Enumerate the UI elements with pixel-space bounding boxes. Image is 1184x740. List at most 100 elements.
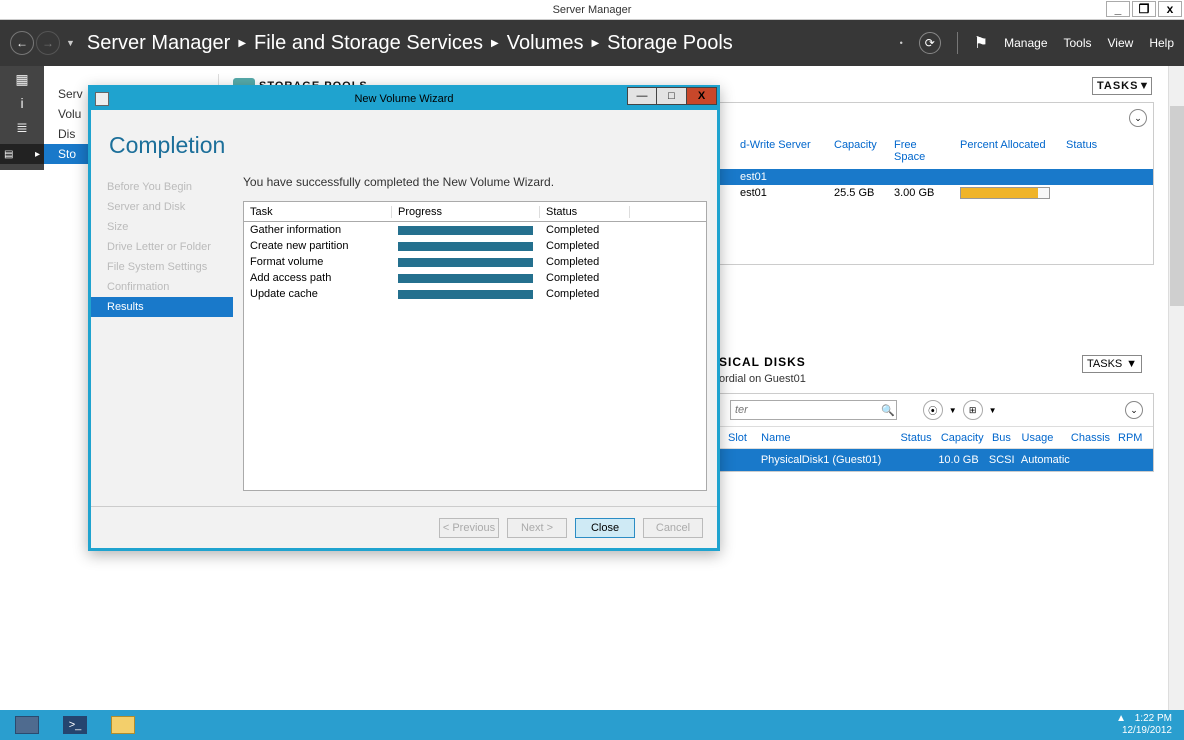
dialog-maximize-button[interactable]: □ xyxy=(657,87,687,105)
col-bus[interactable]: Bus xyxy=(992,432,1014,444)
col-free[interactable]: Free Space xyxy=(894,139,950,163)
col-rpm[interactable]: RPM xyxy=(1118,432,1145,444)
dialog-minimize-button[interactable]: — xyxy=(627,87,657,105)
col-usage[interactable]: Usage xyxy=(1022,432,1063,444)
tasks-dropdown[interactable]: TASKS▼ xyxy=(1092,77,1152,95)
taskbar-servermanager-button[interactable] xyxy=(6,713,48,737)
breadcrumb-item[interactable]: Storage Pools xyxy=(607,32,733,55)
nav-dot-icon[interactable]: • xyxy=(900,38,903,48)
filter-input[interactable] xyxy=(730,400,897,420)
col-chassis[interactable]: Chassis xyxy=(1071,432,1110,444)
menu-help[interactable]: Help xyxy=(1149,36,1174,50)
system-tray[interactable]: ▲ 1:22 PM 12/19/2012 xyxy=(1116,713,1178,737)
pool-row-server: est01 xyxy=(740,171,824,183)
col-slot[interactable]: Slot xyxy=(728,432,753,444)
col-status[interactable]: Status xyxy=(900,432,932,444)
maximize-button[interactable]: ❐ xyxy=(1132,1,1156,17)
task-status: Completed xyxy=(540,224,630,236)
collapse-button[interactable]: ⌄ xyxy=(1129,109,1147,127)
nav-divider xyxy=(957,32,958,54)
physical-searchbar: 🔍 ⦿▼ ⊞▼ ⌄ xyxy=(720,394,1153,427)
tray-arrow-icon[interactable]: ▲ xyxy=(1116,713,1126,725)
close-window-button[interactable]: x xyxy=(1158,1,1182,17)
nav-forward-button[interactable]: → xyxy=(36,31,60,55)
wizard-step[interactable]: Before You Begin xyxy=(91,177,233,197)
nav-history-drop[interactable]: ▼ xyxy=(66,38,75,48)
task-name: Create new partition xyxy=(244,240,392,252)
search-icon[interactable]: 🔍 xyxy=(881,404,895,417)
cancel-button[interactable]: Cancel xyxy=(643,518,703,538)
task-row: Gather information Completed xyxy=(244,222,706,238)
breadcrumb-item[interactable]: File and Storage Services xyxy=(254,32,483,55)
tray-time: 1:22 PM xyxy=(1135,713,1172,724)
breadcrumb-item[interactable]: Volumes xyxy=(507,32,584,55)
col-status[interactable]: Status xyxy=(1066,139,1116,163)
nav-back-button[interactable]: ← xyxy=(10,31,34,55)
menu-manage[interactable]: Manage xyxy=(1004,36,1047,50)
close-button[interactable]: Close xyxy=(575,518,635,538)
server-icon[interactable]: i xyxy=(12,96,32,110)
cell-usage: Automatic xyxy=(1021,454,1067,466)
task-row: Create new partition Completed xyxy=(244,238,706,254)
wizard-step[interactable]: Drive Letter or Folder xyxy=(91,237,233,257)
dialog-close-button[interactable]: X xyxy=(687,87,717,105)
col-name[interactable]: Name xyxy=(761,432,892,444)
wizard-step[interactable]: Size xyxy=(91,217,233,237)
physical-disk-row[interactable]: PhysicalDisk1 (Guest01) 10.0 GB SCSI Aut… xyxy=(720,449,1153,471)
dialog-title: New Volume Wizard xyxy=(354,93,453,105)
task-name: Update cache xyxy=(244,288,392,300)
icon-strip: ▦ i ≣ ▤▸ xyxy=(0,66,44,170)
task-progress xyxy=(392,226,540,235)
next-button[interactable]: Next > xyxy=(507,518,567,538)
menu-view[interactable]: View xyxy=(1108,36,1134,50)
filter-button-2[interactable]: ⊞ xyxy=(963,400,983,420)
wizard-step[interactable]: Confirmation xyxy=(91,277,233,297)
taskbar: >_ ▲ 1:22 PM 12/19/2012 xyxy=(0,710,1184,740)
task-status: Completed xyxy=(540,272,630,284)
nav-bar: ← → ▼ Server Manager ▶ File and Storage … xyxy=(0,20,1184,66)
wizard-step[interactable]: Server and Disk xyxy=(91,197,233,217)
physical-tasks-dropdown[interactable]: TASKS▼ xyxy=(1082,355,1142,373)
pool-row-free: 3.00 GB xyxy=(894,187,950,202)
vertical-scrollbar[interactable] xyxy=(1168,66,1184,710)
col-status[interactable]: Status xyxy=(540,206,630,218)
filter-button-1[interactable]: ⦿ xyxy=(923,400,943,420)
breadcrumb-app[interactable]: Server Manager xyxy=(87,32,230,55)
task-row: Format volume Completed xyxy=(244,254,706,270)
col-alloc[interactable]: Percent Allocated xyxy=(960,139,1056,163)
menu-tools[interactable]: Tools xyxy=(1064,36,1092,50)
dashboard-icon[interactable]: ▦ xyxy=(12,72,32,86)
minimize-button[interactable]: _ xyxy=(1106,1,1130,17)
storage-icon[interactable]: ▤▸ xyxy=(0,144,44,164)
wizard-step[interactable]: File System Settings xyxy=(91,257,233,277)
collapse-button[interactable]: ⌄ xyxy=(1125,401,1143,419)
allservers-icon[interactable]: ≣ xyxy=(12,120,32,134)
dialog-footer: < Previous Next > Close Cancel xyxy=(91,506,717,548)
nav-arrows: ← → ▼ xyxy=(10,31,75,55)
taskbar-powershell-button[interactable]: >_ xyxy=(54,713,96,737)
results-pane: You have successfully completed the New … xyxy=(233,175,717,506)
pool-row-server: est01 xyxy=(740,187,824,202)
task-name: Gather information xyxy=(244,224,392,236)
physical-disks-header: SICAL DISKS xyxy=(719,355,806,373)
col-task[interactable]: Task xyxy=(244,206,392,218)
pool-row-capacity: 25.5 GB xyxy=(834,187,884,202)
task-status: Completed xyxy=(540,240,630,252)
flag-icon[interactable]: ⚑ xyxy=(974,33,988,53)
col-progress[interactable]: Progress xyxy=(392,206,540,218)
col-capacity[interactable]: Capacity xyxy=(941,432,984,444)
window-title: Server Manager xyxy=(553,4,632,16)
col-dwrite[interactable]: d-Write Server xyxy=(740,139,824,163)
taskbar-explorer-button[interactable] xyxy=(102,713,144,737)
cell-bus: SCSI xyxy=(989,454,1013,466)
task-progress xyxy=(392,274,540,283)
breadcrumb-sep-icon: ▶ xyxy=(591,38,599,49)
refresh-icon[interactable]: ⟳ xyxy=(919,32,941,54)
window-titlebar: Server Manager _ ❐ x xyxy=(0,0,1184,20)
previous-button[interactable]: < Previous xyxy=(439,518,499,538)
dialog-icon xyxy=(95,92,109,106)
nav-right: • ⟳ ⚑ Manage Tools View Help xyxy=(900,32,1174,54)
col-capacity[interactable]: Capacity xyxy=(834,139,884,163)
wizard-step-active[interactable]: Results xyxy=(91,297,233,317)
cell-capacity: 10.0 GB xyxy=(938,454,981,466)
